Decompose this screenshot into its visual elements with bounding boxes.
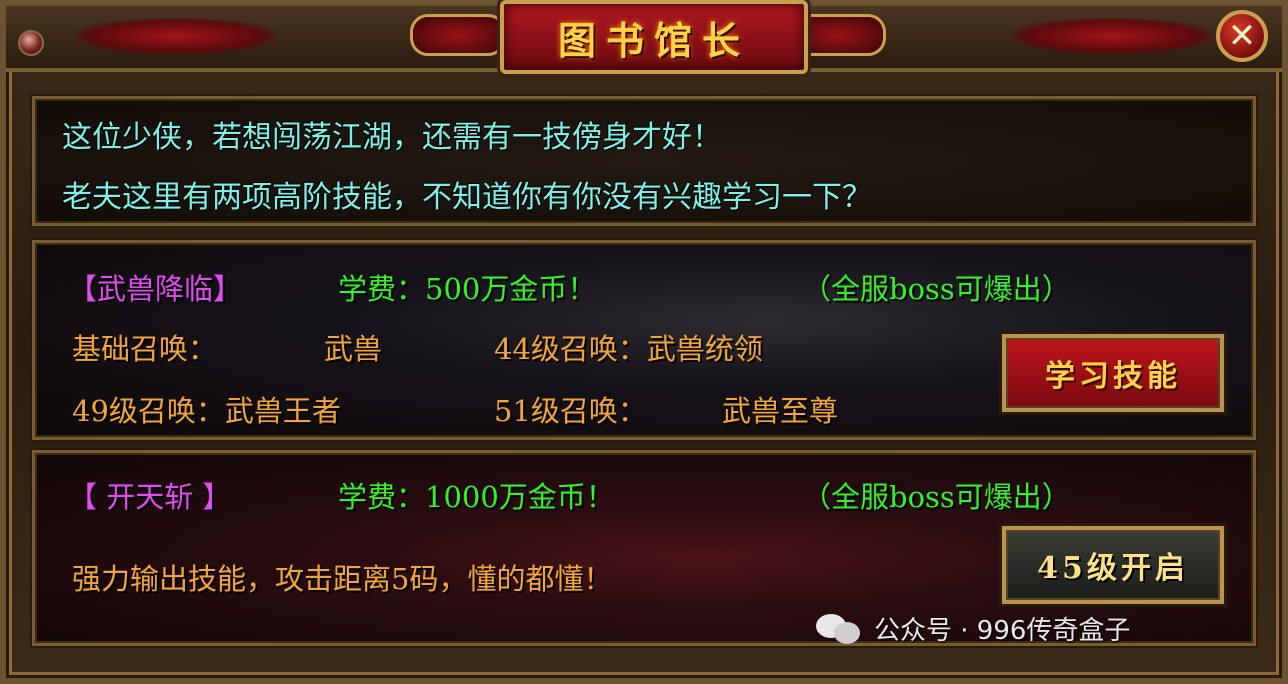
level-45-unlock-button[interactable]: 45级开启 (1002, 526, 1224, 604)
skill1-name: 【武兽降临】 (68, 272, 243, 306)
learn-skill-button[interactable]: 学习技能 (1002, 334, 1224, 412)
intro-line-2: 老夫这里有两项高阶技能，不知道你有你没有兴趣学习一下？ (62, 180, 872, 215)
skill2-drop-note: （全服boss可爆出） (802, 480, 1071, 514)
wechat-watermark: 公众号 · 996传奇盒子 (816, 606, 1130, 650)
skill1-fee: 学费：500万金币！ (338, 272, 597, 306)
dialog-title-plate: 图书馆长 (500, 0, 808, 74)
skill2-fee: 学费：1000万金币！ (338, 480, 615, 514)
skill1-summon-base-value: 武兽 (324, 332, 383, 366)
level-45-unlock-label: 45级开启 (1037, 551, 1189, 586)
intro-line-1: 这位少侠，若想闯荡江湖，还需有一技傍身才好！ (62, 120, 722, 155)
learn-skill-label: 学习技能 (1045, 359, 1181, 394)
skill1-drop-note: （全服boss可爆出） (802, 272, 1071, 306)
wechat-icon (816, 610, 862, 646)
skill1-summon-44: 44级召唤：武兽统领 (494, 332, 763, 366)
header-ornament-right (1012, 18, 1212, 54)
watermark-text: 公众号 · 996传奇盒子 (874, 615, 1131, 646)
skill1-summon-49: 49级召唤：武兽王者 (72, 394, 341, 428)
close-icon: ✕ (1227, 16, 1257, 56)
gem-ornament-icon (18, 30, 44, 56)
skill2-description: 强力输出技能，攻击距离5码，懂的都懂！ (72, 562, 613, 596)
header-ornament-left (76, 18, 276, 54)
skill1-summon-51-value: 武兽至尊 (722, 394, 839, 428)
skill1-summon-base-label: 基础召唤： (72, 332, 218, 366)
close-button[interactable]: ✕ (1216, 10, 1268, 62)
skill2-name: 【 开天斩 】 (68, 480, 232, 514)
dialog-title: 图书馆长 (557, 17, 750, 63)
title-ornament-left (410, 14, 506, 56)
skill1-summon-51-label: 51级召唤： (494, 394, 647, 428)
